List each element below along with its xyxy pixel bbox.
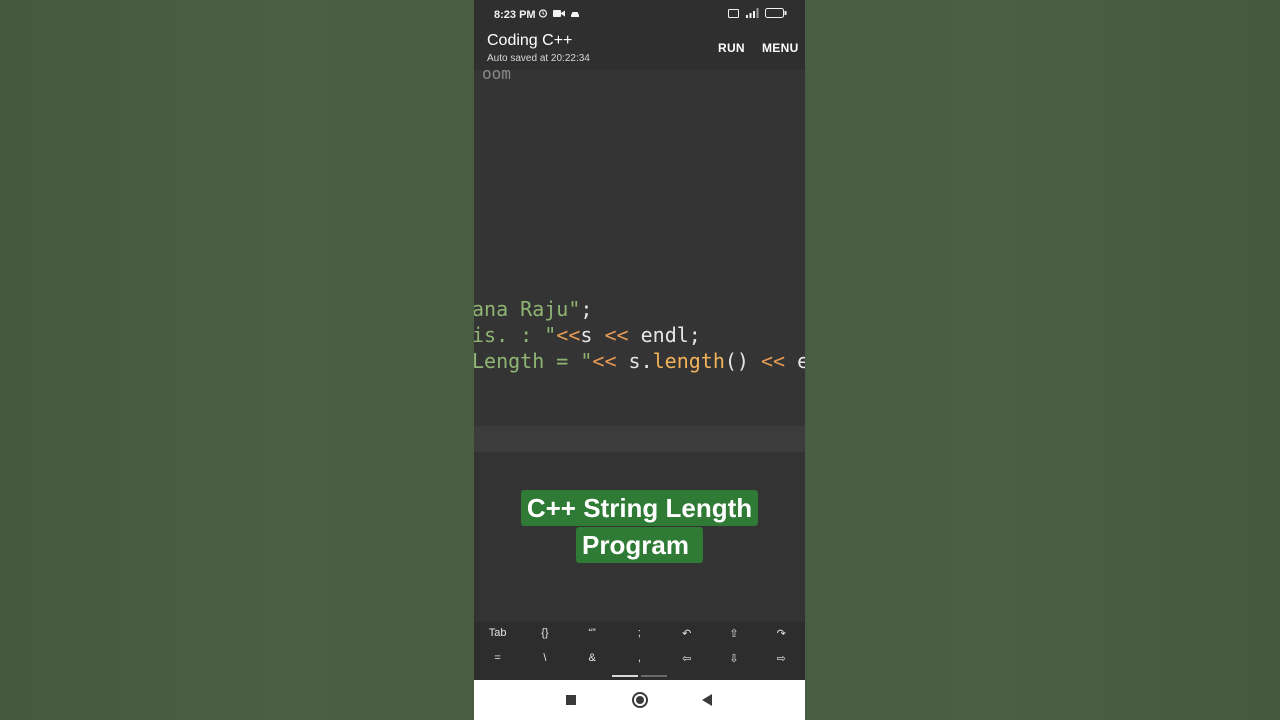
key-ampersand[interactable]: & (569, 652, 616, 665)
code-line: is. : "<<s << endl; (474, 323, 701, 347)
arrow-right-icon[interactable]: ⇨ (758, 652, 805, 665)
battery-icon (765, 8, 787, 21)
caption-line-2: Program (474, 527, 805, 563)
key-backslash[interactable]: \ (521, 652, 568, 665)
alarm-icon (538, 8, 548, 21)
key-row-2: = \ & , ⇦ ⇩ ⇨ (474, 652, 805, 665)
run-button[interactable]: RUN (718, 41, 745, 55)
menu-button[interactable]: MENU (762, 41, 799, 55)
status-bar: 8:23 PM (474, 0, 805, 28)
key-quotes[interactable]: “” (569, 627, 616, 640)
caption-text: Program (576, 527, 703, 563)
symbol-keyboard: Tab {} “” ; ↶ ⇧ ↷ = \ & , ⇦ ⇩ ⇨ (474, 622, 805, 680)
vowifi-icon (728, 8, 739, 21)
video-camera-icon (553, 9, 565, 21)
system-nav-bar (474, 680, 805, 720)
status-right-icons (728, 8, 787, 21)
undo-icon[interactable]: ↶ (663, 627, 710, 640)
caption-line-1: C++ String Length (474, 490, 805, 526)
code-line: Length = "<< s.length() << e (474, 349, 805, 373)
status-time: 8:23 PM (494, 9, 536, 21)
arrow-left-icon[interactable]: ⇦ (663, 652, 710, 665)
background-left (0, 0, 474, 720)
recents-icon[interactable] (566, 695, 576, 705)
phone-screen: 8:23 PM Coding C++ Auto saved at 20:22:3… (474, 0, 805, 720)
car-icon (570, 9, 580, 21)
status-left-icons (538, 8, 580, 21)
back-icon[interactable] (702, 694, 712, 706)
code-editor[interactable]: oom ana Raju"; is. : "<<s << endl; Lengt… (474, 70, 805, 426)
code-line: ana Raju"; (474, 297, 593, 321)
signal-icon (744, 8, 760, 21)
key-row-1: Tab {} “” ; ↶ ⇧ ↷ (474, 627, 805, 640)
current-line-highlight (474, 426, 805, 452)
code-line-faded: oom (482, 70, 511, 83)
key-braces[interactable]: {} (521, 627, 568, 640)
autosave-status: Auto saved at 20:22:34 (487, 53, 590, 64)
keyboard-page-indicator-active (612, 675, 638, 677)
background-right (805, 0, 1280, 720)
redo-icon[interactable]: ↷ (758, 627, 805, 640)
arrow-down-icon[interactable]: ⇩ (710, 652, 757, 665)
caption-text: C++ String Length (520, 490, 759, 526)
key-comma[interactable]: , (616, 652, 663, 665)
key-tab[interactable]: Tab (474, 627, 521, 640)
app-bar: Coding C++ Auto saved at 20:22:34 RUN ME… (474, 28, 805, 70)
key-semicolon[interactable]: ; (616, 627, 663, 640)
keyboard-page-indicator (641, 675, 667, 677)
shift-up-icon[interactable]: ⇧ (710, 627, 757, 640)
app-title: Coding C++ (487, 32, 573, 49)
home-icon[interactable] (632, 692, 648, 708)
key-equals[interactable]: = (474, 652, 521, 665)
